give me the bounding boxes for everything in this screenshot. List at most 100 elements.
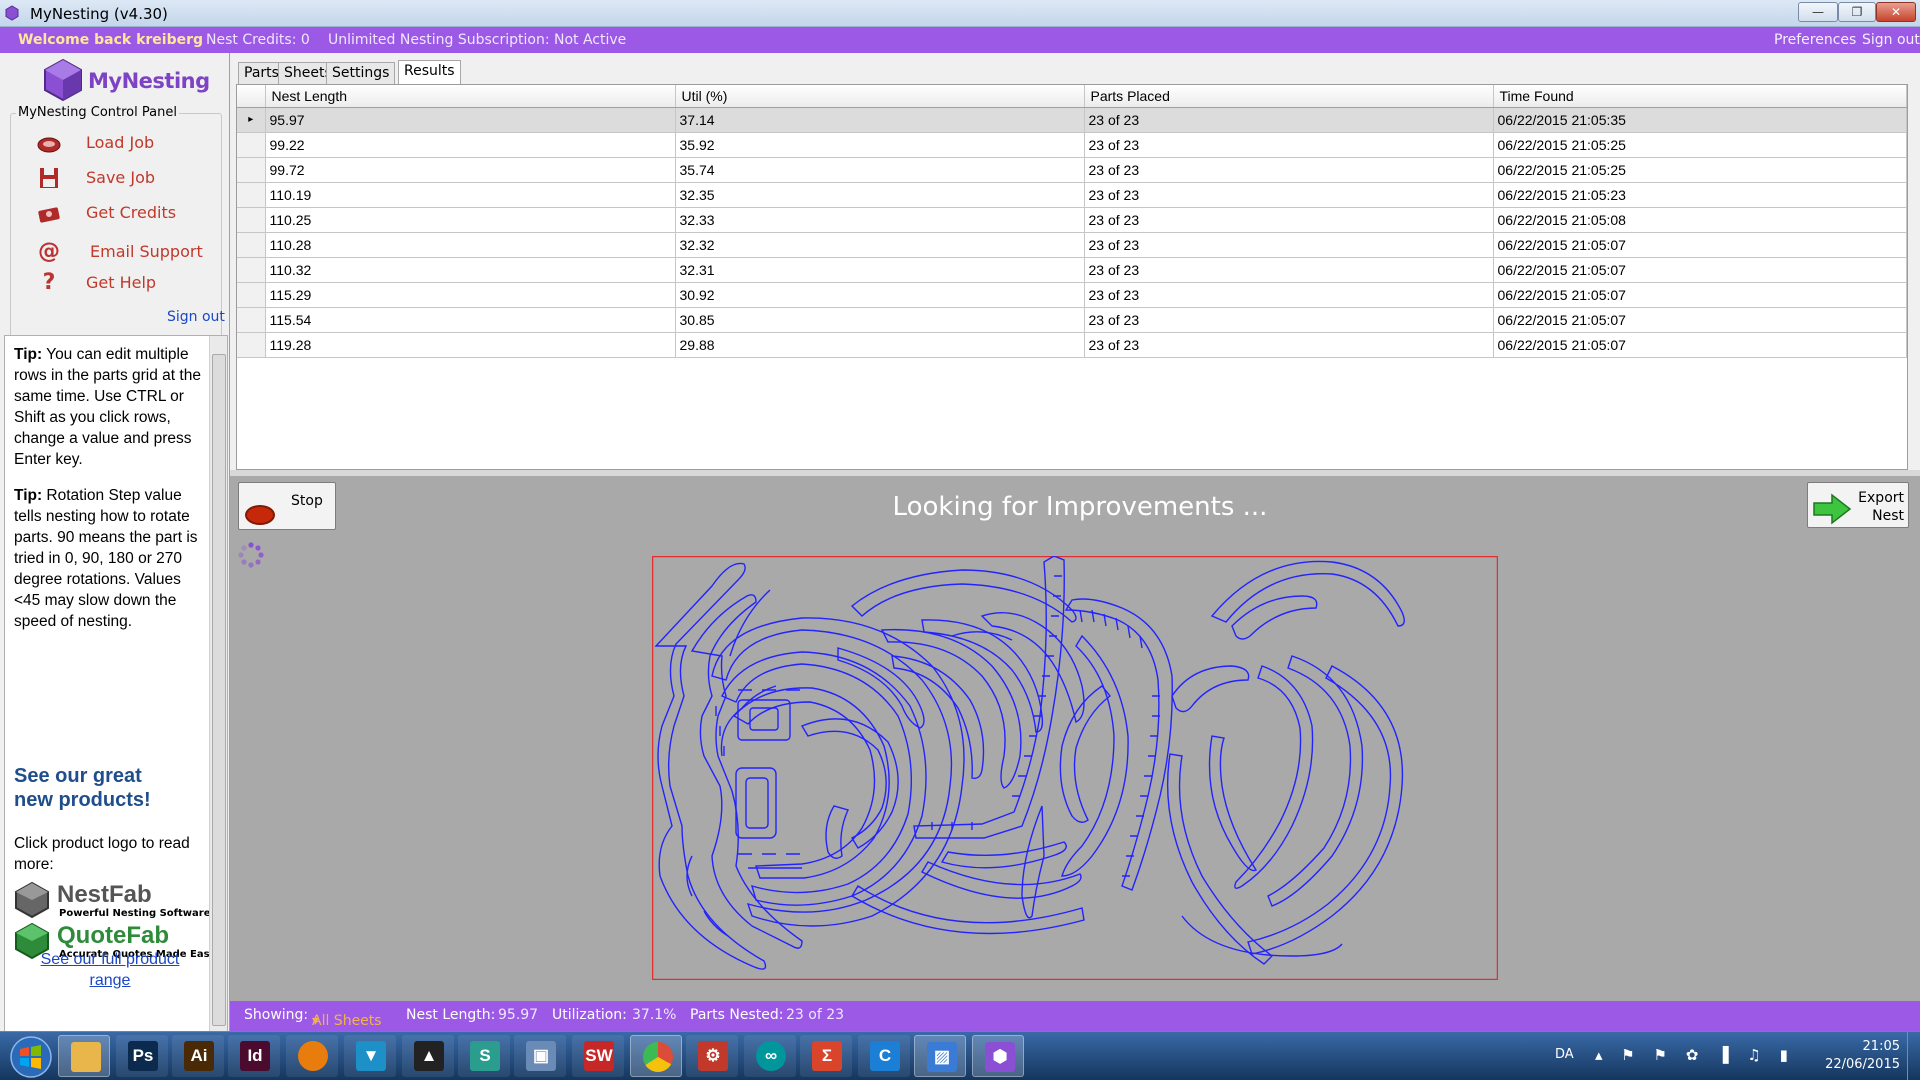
table-row[interactable]: 119.28 29.88 23 of 23 06/22/2015 21:05:07 [237,332,1907,358]
column-util[interactable]: Util (%) [675,85,1085,108]
close-button[interactable]: ✕ [1876,2,1916,22]
table-cell[interactable]: 30.92 [675,282,1085,308]
table-cell[interactable]: 95.97 [265,107,676,133]
taskbar-app-arduino[interactable]: ∞ [744,1035,796,1077]
show-desktop-button[interactable] [1907,1032,1920,1080]
row-header[interactable] [237,232,266,258]
tray-icons[interactable]: ▴ ⚑ ⚑ ✿ ▐ ♫ ▮ [1595,1046,1795,1064]
table-cell[interactable]: 30.85 [675,307,1085,333]
table-row[interactable]: 99.72 35.74 23 of 23 06/22/2015 21:05:25 [237,157,1907,183]
row-header[interactable] [237,157,266,183]
table-cell[interactable]: 32.35 [675,182,1085,208]
table-row[interactable]: 110.32 32.31 23 of 23 06/22/2015 21:05:07 [237,257,1907,283]
table-cell[interactable]: 32.33 [675,207,1085,233]
tab-settings[interactable]: Settings [326,62,396,84]
nestfab-logo[interactable]: NestFab Powerful Nesting Software [13,881,213,921]
table-cell[interactable]: 115.54 [265,307,676,333]
row-header[interactable] [237,282,266,308]
row-header[interactable] [237,257,266,283]
export-nest-button[interactable]: Export Nest [1807,482,1909,528]
row-header[interactable] [237,307,266,333]
table-cell[interactable]: 06/22/2015 21:05:25 [1493,157,1907,183]
tips-vertical-scrollbar[interactable] [209,336,227,1046]
taskbar-app-sketch-app[interactable]: S [458,1035,510,1077]
row-header[interactable] [237,132,266,158]
table-cell[interactable]: 23 of 23 [1084,257,1494,283]
minimize-button[interactable]: — [1798,2,1838,22]
column-parts-placed[interactable]: Parts Placed [1084,85,1494,108]
taskbar-app-c-app[interactable]: C [858,1035,910,1077]
table-cell[interactable]: 06/22/2015 21:05:07 [1493,232,1907,258]
preferences-link[interactable]: Preferences [1774,32,1856,48]
sign-out-link-panel[interactable]: Sign out [167,309,225,325]
taskbar-app-inkscape[interactable]: ▲ [402,1035,454,1077]
tab-results[interactable]: Results [398,60,461,85]
scroll-thumb[interactable] [212,354,226,1026]
taskbar-app-indesign[interactable]: Id [228,1035,280,1077]
table-cell[interactable]: 110.28 [265,232,676,258]
taskbar-app-illustrator[interactable]: Ai [172,1035,224,1077]
table-row[interactable]: 99.22 35.92 23 of 23 06/22/2015 21:05:25 [237,132,1907,158]
column-nest-length[interactable]: Nest Length [265,85,676,108]
table-cell[interactable]: 32.31 [675,257,1085,283]
taskbar-app-settings-app[interactable]: ⚙ [686,1035,738,1077]
taskbar-app-vectorworks[interactable]: ▼ [344,1035,396,1077]
table-cell[interactable]: 32.32 [675,232,1085,258]
table-cell[interactable]: 35.92 [675,132,1085,158]
table-cell[interactable]: 06/22/2015 21:05:08 [1493,207,1907,233]
windows-start-button[interactable] [8,1035,54,1079]
table-cell[interactable]: 110.19 [265,182,676,208]
maximize-button[interactable]: ❐ [1838,2,1876,22]
table-row[interactable]: ▸ 95.97 37.14 23 of 23 06/22/2015 21:05:35 [237,107,1907,133]
table-cell[interactable]: 23 of 23 [1084,182,1494,208]
row-header[interactable] [237,332,266,358]
table-cell[interactable]: 23 of 23 [1084,132,1494,158]
table-cell[interactable]: 06/22/2015 21:05:07 [1493,332,1907,358]
table-cell[interactable]: 23 of 23 [1084,282,1494,308]
table-cell[interactable]: 115.29 [265,282,676,308]
full-product-range-link[interactable]: See our full product range [25,949,195,991]
table-cell[interactable]: 06/22/2015 21:05:07 [1493,307,1907,333]
taskbar-app-photo-viewer[interactable]: ▨ [914,1035,966,1077]
column-time-found[interactable]: Time Found [1493,85,1907,108]
table-cell[interactable]: 110.32 [265,257,676,283]
table-cell[interactable]: 99.72 [265,157,676,183]
stop-button[interactable]: Stop [238,482,336,530]
table-row[interactable]: 115.29 30.92 23 of 23 06/22/2015 21:05:07 [237,282,1907,308]
table-cell[interactable]: 23 of 23 [1084,307,1494,333]
row-header[interactable] [237,207,266,233]
system-clock[interactable]: 21:05 22/06/2015 [1820,1038,1900,1074]
table-cell[interactable]: 23 of 23 [1084,232,1494,258]
table-cell[interactable]: 110.25 [265,207,676,233]
table-cell[interactable]: 06/22/2015 21:05:25 [1493,132,1907,158]
table-cell[interactable]: 06/22/2015 21:05:35 [1493,107,1907,133]
row-header[interactable] [237,182,266,208]
table-row[interactable]: 110.19 32.35 23 of 23 06/22/2015 21:05:23 [237,182,1907,208]
taskbar-app-chrome[interactable] [630,1035,682,1077]
table-cell[interactable]: 99.22 [265,132,676,158]
table-cell[interactable]: 23 of 23 [1084,207,1494,233]
taskbar-app-solidworks[interactable]: SW [572,1035,624,1077]
table-row[interactable]: 110.25 32.33 23 of 23 06/22/2015 21:05:08 [237,207,1907,233]
table-cell[interactable]: 06/22/2015 21:05:07 [1493,257,1907,283]
table-cell[interactable]: 23 of 23 [1084,157,1494,183]
table-row[interactable]: 110.28 32.32 23 of 23 06/22/2015 21:05:07 [237,232,1907,258]
taskbar-app-photoshop[interactable]: Ps [116,1035,168,1077]
table-row[interactable]: 115.54 30.85 23 of 23 06/22/2015 21:05:07 [237,307,1907,333]
sign-out-link[interactable]: Sign out [1862,32,1920,48]
taskbar-app-slicer-app[interactable]: Σ [800,1035,852,1077]
table-cell[interactable]: 23 of 23 [1084,332,1494,358]
table-cell[interactable]: 06/22/2015 21:05:07 [1493,282,1907,308]
taskbar-app-file-explorer[interactable] [58,1035,110,1077]
table-cell[interactable]: 29.88 [675,332,1085,358]
table-cell[interactable]: 37.14 [675,107,1085,133]
table-cell[interactable]: 119.28 [265,332,676,358]
taskbar-app-mynesting[interactable]: ⬢ [972,1035,1024,1077]
table-cell[interactable]: 06/22/2015 21:05:23 [1493,182,1907,208]
language-indicator[interactable]: DA [1555,1047,1574,1062]
taskbar-app-virtualbox[interactable]: ▣ [514,1035,566,1077]
row-selector-icon[interactable]: ▸ [237,107,266,133]
taskbar-app-blender[interactable] [286,1035,338,1077]
table-cell[interactable]: 35.74 [675,157,1085,183]
table-cell[interactable]: 23 of 23 [1084,107,1494,133]
